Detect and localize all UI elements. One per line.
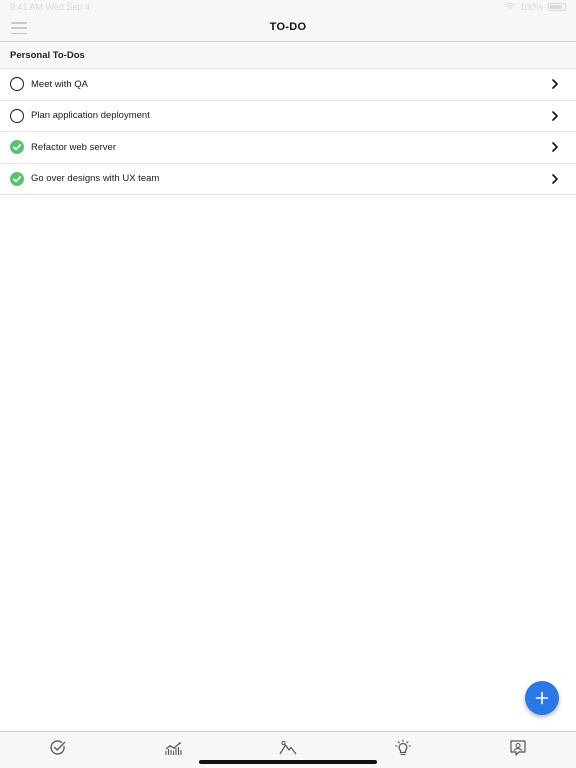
chevron-right-icon: [552, 142, 558, 152]
wifi-icon: [505, 2, 515, 12]
chevron-right-icon: [552, 173, 558, 184]
todo-row[interactable]: Refactor web server: [0, 132, 576, 164]
check-circle-icon: [50, 740, 66, 755]
section-header: Personal To-Dos: [0, 42, 576, 69]
checkmark-circle-icon[interactable]: [10, 171, 24, 186]
battery-percent: 100%: [519, 2, 543, 12]
empty-circle-icon[interactable]: [10, 77, 24, 91]
status-right: 100%: [505, 2, 566, 12]
todo-row[interactable]: Plan application deployment: [0, 100, 576, 132]
lightbulb-icon: [394, 739, 412, 756]
tab-profile[interactable]: [506, 736, 530, 760]
chevron-right-icon: [552, 110, 558, 121]
todo-row[interactable]: Go over designs with UX team: [0, 163, 576, 195]
home-indicator[interactable]: [199, 760, 377, 764]
checkmark-circle-icon[interactable]: [10, 140, 24, 154]
status-bar: 9:41 AM Wed Sep 4 100%: [0, 0, 576, 14]
status-date: Wed Sep 4: [45, 2, 90, 12]
todo-label: Go over designs with UX team: [31, 173, 160, 185]
bar-chart-icon: [165, 742, 182, 755]
status-time-date: 9:41 AM Wed Sep 4: [10, 2, 90, 12]
battery-icon: [548, 3, 566, 11]
empty-circle-icon[interactable]: [10, 108, 24, 123]
tab-todos[interactable]: [46, 736, 70, 760]
profile-icon: [510, 740, 526, 756]
tab-goals[interactable]: [276, 736, 300, 760]
mountain-icon: [279, 740, 297, 755]
todo-row[interactable]: Meet with QA: [0, 69, 576, 101]
chevron-right-icon: [552, 79, 558, 89]
tab-stats[interactable]: [161, 736, 185, 760]
todo-label: Meet with QA: [31, 78, 89, 90]
todo-label: Refactor web server: [31, 141, 117, 153]
plus-icon: [535, 691, 549, 705]
todo-list: Meet with QA Plan application deployment…: [0, 69, 576, 195]
todo-label: Plan application deployment: [31, 110, 150, 122]
tab-ideas[interactable]: [391, 736, 415, 760]
navigation-bar: 9:41 AM Wed Sep 4 100% TO-DO: [0, 0, 576, 42]
page-title: TO-DO: [269, 21, 307, 33]
add-todo-button[interactable]: [525, 681, 559, 715]
status-time: 9:41 AM: [10, 2, 44, 12]
